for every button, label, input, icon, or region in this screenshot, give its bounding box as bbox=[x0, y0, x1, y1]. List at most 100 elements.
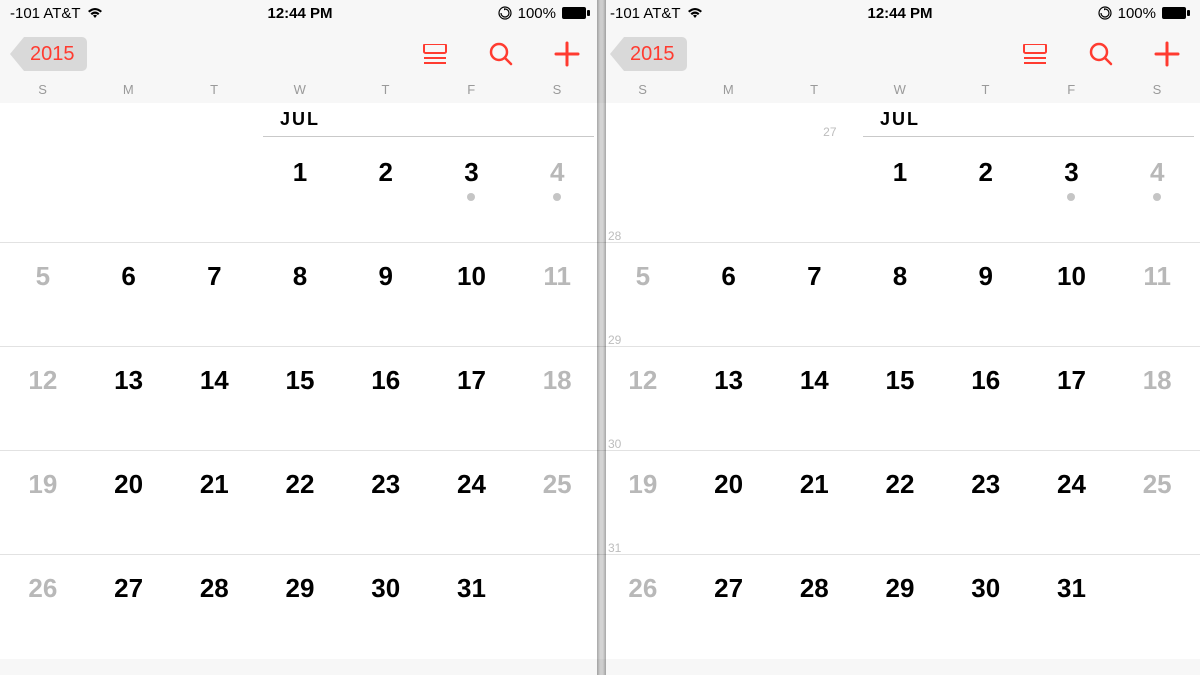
day-cell[interactable] bbox=[771, 139, 857, 242]
weekday-label: M bbox=[686, 82, 772, 97]
day-cell[interactable]: 14 bbox=[771, 347, 857, 450]
day-number: 13 bbox=[114, 365, 143, 396]
day-number: 15 bbox=[286, 365, 315, 396]
day-cell[interactable]: 25 bbox=[514, 451, 600, 554]
day-cell[interactable]: 21 bbox=[771, 451, 857, 554]
day-cell[interactable]: 6 bbox=[86, 243, 172, 346]
day-cell[interactable]: 8 bbox=[857, 243, 943, 346]
day-cell[interactable]: 12 bbox=[0, 347, 86, 450]
day-cell[interactable] bbox=[0, 139, 86, 242]
day-cell[interactable]: 11 bbox=[514, 243, 600, 346]
day-cell[interactable]: 17 bbox=[1029, 347, 1115, 450]
day-cell[interactable] bbox=[86, 139, 172, 242]
add-button[interactable] bbox=[1152, 39, 1182, 69]
list-view-button[interactable] bbox=[1020, 39, 1050, 69]
day-cell[interactable] bbox=[1114, 555, 1200, 659]
day-number: 8 bbox=[293, 261, 307, 292]
day-cell[interactable] bbox=[686, 139, 772, 242]
week-row: 28567891011 bbox=[600, 243, 1200, 347]
day-cell[interactable]: 27 bbox=[686, 555, 772, 659]
day-cell[interactable]: 7 bbox=[771, 243, 857, 346]
day-cell[interactable]: 15 bbox=[257, 347, 343, 450]
back-button[interactable]: 2015 bbox=[610, 37, 687, 71]
day-cell[interactable]: 7 bbox=[171, 243, 257, 346]
day-cell[interactable]: 9 bbox=[943, 243, 1029, 346]
chevron-left-icon bbox=[10, 37, 24, 71]
day-cell[interactable]: 30 bbox=[943, 555, 1029, 659]
day-number: 22 bbox=[286, 469, 315, 500]
day-cell[interactable]: 29 bbox=[857, 555, 943, 659]
day-cell[interactable]: 30 bbox=[343, 555, 429, 659]
day-cell[interactable]: 20 bbox=[686, 451, 772, 554]
day-cell[interactable] bbox=[171, 139, 257, 242]
day-cell[interactable]: 26 bbox=[600, 555, 686, 659]
day-cell[interactable]: 8 bbox=[257, 243, 343, 346]
day-cell[interactable]: 2 bbox=[343, 139, 429, 242]
day-cell[interactable]: 12 bbox=[600, 347, 686, 450]
day-cell[interactable]: 9 bbox=[343, 243, 429, 346]
day-cell[interactable]: 18 bbox=[514, 347, 600, 450]
day-cell[interactable]: 10 bbox=[429, 243, 515, 346]
weekday-label: T bbox=[771, 82, 857, 97]
day-cell[interactable]: 1 bbox=[857, 139, 943, 242]
day-cell[interactable]: 27 bbox=[86, 555, 172, 659]
day-cell[interactable]: 24 bbox=[1029, 451, 1115, 554]
month-grid[interactable]: JUL 27 123428567891011291213141516171830… bbox=[0, 103, 600, 659]
day-cell[interactable]: 15 bbox=[857, 347, 943, 450]
day-cell[interactable]: 28 bbox=[171, 555, 257, 659]
day-cell[interactable]: 5 bbox=[0, 243, 86, 346]
day-cell[interactable]: 13 bbox=[86, 347, 172, 450]
day-cell[interactable]: 18 bbox=[1114, 347, 1200, 450]
day-cell[interactable]: 31 bbox=[1029, 555, 1115, 659]
day-cell[interactable]: 26 bbox=[0, 555, 86, 659]
week-row: 28567891011 bbox=[0, 243, 600, 347]
day-cell[interactable]: 1 bbox=[257, 139, 343, 242]
day-cell[interactable]: 22 bbox=[857, 451, 943, 554]
day-cell[interactable]: 3 bbox=[1029, 139, 1115, 242]
day-cell[interactable]: 19 bbox=[0, 451, 86, 554]
weekday-label: F bbox=[429, 82, 515, 97]
day-number: 29 bbox=[286, 573, 315, 604]
day-cell[interactable] bbox=[600, 139, 686, 242]
day-cell[interactable]: 23 bbox=[343, 451, 429, 554]
list-view-button[interactable] bbox=[420, 39, 450, 69]
day-cell[interactable]: 28 bbox=[771, 555, 857, 659]
day-number: 10 bbox=[1057, 261, 1086, 292]
day-cell[interactable]: 16 bbox=[343, 347, 429, 450]
day-cell[interactable]: 11 bbox=[1114, 243, 1200, 346]
day-cell[interactable]: 31 bbox=[429, 555, 515, 659]
day-cell[interactable]: 6 bbox=[686, 243, 772, 346]
day-cell[interactable]: 20 bbox=[86, 451, 172, 554]
day-cell[interactable]: 24 bbox=[429, 451, 515, 554]
battery-text: 100% bbox=[1118, 5, 1156, 22]
day-cell[interactable] bbox=[514, 555, 600, 659]
day-cell[interactable]: 4 bbox=[1114, 139, 1200, 242]
day-cell[interactable]: 23 bbox=[943, 451, 1029, 554]
day-cell[interactable]: 22 bbox=[257, 451, 343, 554]
day-number: 12 bbox=[628, 365, 657, 396]
back-button[interactable]: 2015 bbox=[10, 37, 87, 71]
day-number: 3 bbox=[1064, 157, 1078, 188]
day-number: 9 bbox=[379, 261, 393, 292]
day-cell[interactable]: 25 bbox=[1114, 451, 1200, 554]
month-grid[interactable]: JUL 27 123428567891011291213141516171830… bbox=[600, 103, 1200, 659]
weekday-label: M bbox=[86, 82, 172, 97]
day-cell[interactable]: 29 bbox=[257, 555, 343, 659]
search-button[interactable] bbox=[486, 39, 516, 69]
day-cell[interactable]: 14 bbox=[171, 347, 257, 450]
day-number: 17 bbox=[1057, 365, 1086, 396]
day-cell[interactable]: 4 bbox=[514, 139, 600, 242]
week-row: 2912131415161718 bbox=[600, 347, 1200, 451]
day-cell[interactable]: 13 bbox=[686, 347, 772, 450]
day-cell[interactable]: 5 bbox=[600, 243, 686, 346]
day-cell[interactable]: 21 bbox=[171, 451, 257, 554]
day-cell[interactable]: 2 bbox=[943, 139, 1029, 242]
add-button[interactable] bbox=[552, 39, 582, 69]
day-cell[interactable]: 19 bbox=[600, 451, 686, 554]
day-cell[interactable]: 17 bbox=[429, 347, 515, 450]
day-cell[interactable]: 3 bbox=[429, 139, 515, 242]
day-cell[interactable]: 10 bbox=[1029, 243, 1115, 346]
day-number: 23 bbox=[971, 469, 1000, 500]
day-cell[interactable]: 16 bbox=[943, 347, 1029, 450]
search-button[interactable] bbox=[1086, 39, 1116, 69]
